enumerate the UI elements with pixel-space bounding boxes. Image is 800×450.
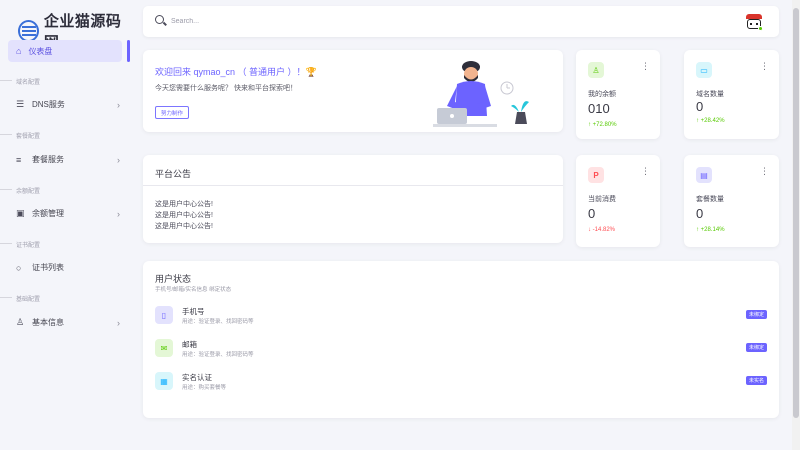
welcome-title: 欢迎回来 qymao_cn （ 普通用户 ）！🏆 [155,67,317,77]
sidebar-item-balance[interactable]: ▣ 余额管理 › [16,208,120,219]
active-indicator [127,40,130,62]
status-row-title: 实名认证 [182,373,212,382]
welcome-card: 欢迎回来 qymao_cn （ 普通用户 ）！🏆 今天您需要什么服务呢？ 快来和… [143,50,563,132]
status-row-desc: 用途：验证登录、找回密码等 [182,319,254,325]
announcement-title: 平台公告 [155,169,192,179]
status-badge[interactable]: 未实名 [745,376,767,385]
sidebar-item-label: 余额管理 [32,209,64,218]
sidebar-item-cert[interactable]: ○ 证书列表 [16,262,120,273]
status-row-title: 邮箱 [182,340,197,349]
stat-change-value: +28.42% [700,118,725,124]
search-icon[interactable] [155,15,164,24]
menu-icon: ≡ [16,154,22,165]
scrollbar-thumb[interactable] [793,8,799,418]
status-row-email: ✉ 邮箱 用途：验证登录、找回密码等 未绑定 [155,339,767,359]
sidebar-item-dns[interactable]: ☰ DNS服务 › [16,99,120,110]
status-row-phone: ▯ 手机号 用途：验证登录、找回密码等 未绑定 [155,306,767,326]
avatar[interactable] [745,13,763,31]
sidebar-item-dashboard[interactable]: ⌂ 仪表盘 [8,40,122,62]
status-row-title: 手机号 [182,307,205,316]
stat-change-value: -14.82% [592,227,616,233]
page-scrollbar[interactable] [792,0,800,450]
phone-icon: ▯ [155,306,173,324]
card-icon: ▤ [696,167,712,183]
status-row-realname: ▦ 实名认证 用途：购买套餐等 未实名 [155,372,767,392]
sidebar-item-label: DNS服务 [32,100,65,109]
online-status-dot [758,26,763,31]
stat-label: 域名数量 [696,91,724,98]
home-icon: ⌂ [16,46,22,56]
sidebar-item-basic-info[interactable]: ♙ 基本信息 › [16,317,120,328]
stat-value: 0 [696,99,704,114]
divider [143,185,563,186]
stat-change: ↓ -14.82% [588,227,615,233]
welcome-button[interactable]: 努力制作 [155,106,190,119]
more-vertical-icon[interactable]: ⋮ [760,62,769,71]
user-status-title: 用户状态 [155,274,192,284]
user-icon: ♙ [16,317,25,327]
more-vertical-icon[interactable]: ⋮ [760,167,769,176]
status-row-desc: 用途：验证登录、找回密码等 [182,352,254,358]
section-title-package: 套餐配置 [0,131,40,140]
idcard-icon: ▦ [155,372,173,390]
mail-icon: ✉ [155,339,173,357]
section-title-domain: 域名配置 [0,77,40,86]
stat-value: 010 [588,101,610,116]
stat-change-value: +28.14% [700,227,725,233]
developer-illustration [433,61,529,127]
wallet-icon: ▣ [16,208,25,218]
topbar [143,6,779,37]
globe-logo-icon [18,20,39,42]
section-title-cert: 证书配置 [0,240,40,249]
section-title-basic: 基础配置 [0,294,40,303]
search-input[interactable] [171,14,471,28]
more-vertical-icon[interactable]: ⋮ [641,167,650,176]
status-badge[interactable]: 未绑定 [745,310,767,319]
stat-card-packages: ▤ ⋮ 套餐数量 0 ↑ +28.14% [684,155,779,247]
stat-value: 0 [588,206,596,221]
stat-change: ↑ +72.80% [588,122,617,128]
sidebar-item-label: 套餐服务 [32,155,64,164]
announcement-card: 平台公告 这是用户中心公告! 这是用户中心公告! 这是用户中心公告! [143,155,563,243]
stat-change: ↑ +28.14% [696,227,725,233]
stat-card-domains: ▭ ⋮ 域名数量 0 ↑ +28.42% [684,50,779,139]
paypal-icon: P [588,167,604,183]
circle-icon: ○ [16,262,22,273]
user-icon: ♙ [588,62,604,78]
stat-value: 0 [696,206,704,221]
chevron-right-icon: › [117,154,120,165]
sidebar-item-label: 仪表盘 [28,46,53,56]
announcement-line: 这是用户中心公告! [155,223,213,230]
user-status-card: 用户状态 手机号/邮箱/实名信息 绑定状态 ▯ 手机号 用途：验证登录、找回密码… [143,261,779,418]
chevron-right-icon: › [117,208,120,219]
stat-label: 我的余额 [588,91,616,98]
status-row-desc: 用途：购买套餐等 [182,385,227,391]
more-vertical-icon[interactable]: ⋮ [641,62,650,71]
sidebar: 企业猫源码网 ⌂ 仪表盘 域名配置 ☰ DNS服务 › 套餐配置 ≡ 套餐服务 … [0,0,131,450]
announcement-line: 这是用户中心公告! [155,201,213,208]
server-icon: ☰ [16,99,25,109]
stat-card-balance: ♙ ⋮ 我的余额 010 ↑ +72.80% [576,50,660,139]
stat-label: 套餐数量 [696,196,724,203]
section-title-balance: 余额配置 [0,186,40,195]
sidebar-item-package[interactable]: ≡ 套餐服务 › [16,154,120,165]
chevron-right-icon: › [117,317,120,328]
sidebar-item-label: 基本信息 [32,318,64,327]
laptop-icon: ▭ [696,62,712,78]
sidebar-item-label: 证书列表 [32,263,64,272]
stat-change: ↑ +28.42% [696,118,725,124]
stat-label: 当前消费 [588,196,616,203]
announcement-line: 这是用户中心公告! [155,212,213,219]
welcome-subtitle: 今天您需要什么服务呢？ 快来和平台探索吧！ [155,85,297,92]
stat-change-value: +72.80% [592,122,617,128]
status-badge[interactable]: 未绑定 [745,343,767,352]
stat-card-spending: P ⋮ 当前消费 0 ↓ -14.82% [576,155,660,247]
user-status-subtitle: 手机号/邮箱/实名信息 绑定状态 [155,287,232,293]
chevron-right-icon: › [117,99,120,110]
